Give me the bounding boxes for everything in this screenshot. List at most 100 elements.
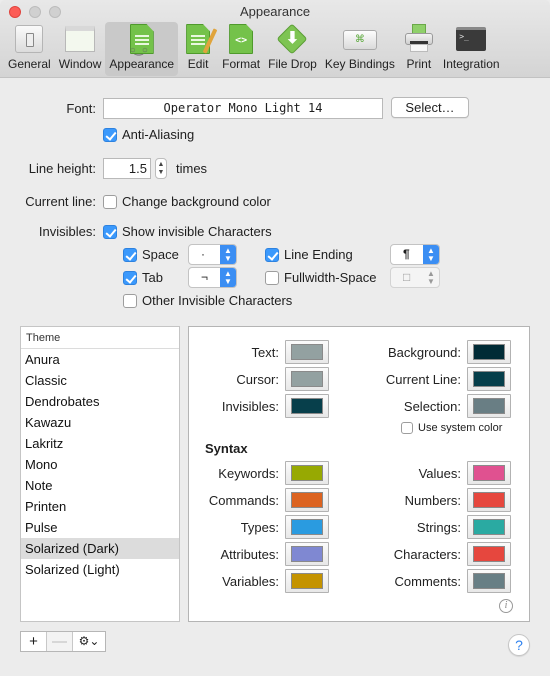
change-background-color-checkbox[interactable]: Change background color [103,194,271,209]
tab-key-bindings[interactable]: ⌘ Key Bindings [321,22,399,76]
fullwidth-space-char-popup: □ ▲ ▼ [390,267,440,288]
tab-integration[interactable]: >_ Integration [439,22,504,76]
space-check[interactable] [123,247,137,262]
color-well[interactable] [467,394,511,418]
theme-list-item[interactable]: Printen [21,496,179,517]
line-height-label: Line height: [28,161,96,176]
theme-list-item[interactable]: Mono [21,454,179,475]
select-font-button[interactable]: Select… [391,97,469,118]
color-label: Attributes: [220,546,279,562]
tab-appearance[interactable]: ○‿○ Appearance [105,22,179,76]
color-well[interactable] [467,461,511,485]
color-well[interactable] [467,542,511,566]
theme-list[interactable]: Theme Anura Classic Dendrobates Kawazu Lakri… [20,326,180,622]
tab-window[interactable]: Window [55,22,106,76]
font-field[interactable]: Operator Mono Light 14 [103,98,383,119]
popup-arrows-icon: ▲ ▼ [220,245,236,264]
tab-label: Tab [142,270,163,285]
color-well[interactable] [467,515,511,539]
fullwidth-space-char-value: □ [403,270,411,284]
theme-list-item[interactable]: Classic [21,370,179,391]
gear-icon: ⚙⌄ [78,634,100,648]
use-system-color-check[interactable] [401,422,413,434]
color-label: Selection: [403,398,461,414]
color-swatch [473,465,505,481]
add-theme-button[interactable]: + [21,632,47,651]
remove-theme-button[interactable]: — [47,632,73,651]
color-label: Text: [251,344,279,360]
line-ending-checkbox[interactable]: Line Ending [265,247,353,262]
theme-list-item[interactable]: Note [21,475,179,496]
color-label: Current Line: [385,371,461,387]
color-settings-panel: Text: Cursor: Invisibles: Background: Curre… [188,326,530,622]
theme-list-item[interactable]: Anura [21,349,179,370]
stepper-down-icon[interactable]: ▼ [156,169,166,177]
show-invisibles-check[interactable] [103,224,117,239]
tab-window-label: Window [58,57,102,71]
line-height-field[interactable]: 1.5 [103,158,151,179]
tab-file-drop-label: File Drop [268,57,317,71]
color-label: Comments: [394,573,461,589]
tab-general[interactable]: General [4,22,55,76]
document-pencil-icon [182,24,218,54]
tab-edit[interactable]: Edit [178,22,218,76]
tab-format[interactable]: <> Format [218,22,264,76]
fullwidth-space-check[interactable] [265,270,279,285]
color-well[interactable] [467,569,511,593]
theme-list-item[interactable]: Lakritz [21,433,179,454]
space-char-popup[interactable]: · ▲ ▼ [188,244,237,265]
titlebar: Appearance General Window ○‿○ Appearance [0,0,550,78]
color-row: Comments: [319,569,511,593]
tab-char-popup[interactable]: ¬ ▲ ▼ [188,267,237,288]
theme-list-header[interactable]: Theme [21,327,179,349]
tab-appearance-label: Appearance [109,57,175,71]
color-swatch [473,371,505,387]
preferences-window: Appearance General Window ○‿○ Appearance [0,0,550,676]
change-background-check[interactable] [103,194,117,209]
theme-list-item[interactable]: Solarized (Dark) [21,538,179,559]
line-ending-char-value: ¶ [403,247,410,261]
tab-check[interactable] [123,270,137,285]
stepper-up-icon[interactable]: ▲ [156,161,166,169]
anti-aliasing-check[interactable] [103,127,117,142]
preferences-toolbar: General Window ○‿○ Appearance Edit <> Fo… [4,22,504,76]
other-invisibles-checkbox[interactable]: Other Invisible Characters [123,293,292,308]
tab-print[interactable]: Print [399,22,439,76]
font-label: Font: [66,101,96,116]
color-well[interactable] [467,340,511,364]
color-swatch [473,546,505,562]
theme-list-item[interactable]: Kawazu [21,412,179,433]
color-swatch [473,573,505,589]
color-well[interactable] [467,367,511,391]
fullwidth-space-checkbox[interactable]: Fullwidth-Space [265,270,377,285]
tab-format-label: Format [222,57,261,71]
help-button[interactable]: ? [508,634,530,656]
space-checkbox[interactable]: Space [123,247,179,262]
theme-list-item[interactable]: Dendrobates [21,391,179,412]
tab-checkbox[interactable]: Tab [123,270,163,285]
anti-aliasing-checkbox[interactable]: Anti-Aliasing [103,127,194,142]
gear-menu-button[interactable]: ⚙⌄ [73,632,105,651]
color-label: Invisibles: [221,398,279,414]
color-label: Numbers: [404,492,461,508]
theme-list-item[interactable]: Solarized (Light) [21,559,179,580]
space-label: Space [142,247,179,262]
color-label: Strings: [416,519,461,535]
other-invisibles-check[interactable] [123,293,137,308]
line-ending-check[interactable] [265,247,279,262]
tab-char-value: ¬ [201,270,209,284]
color-row: Current Line: [319,367,511,391]
line-ending-char-popup[interactable]: ¶ ▲ ▼ [390,244,440,265]
show-invisibles-checkbox[interactable]: Show invisible Characters [103,224,272,239]
popup-arrows-icon: ▲ ▼ [220,268,236,287]
download-arrow-icon: ⬇ [276,23,309,55]
use-system-color-checkbox[interactable]: Use system color [401,422,502,434]
line-height-stepper[interactable]: ▲ ▼ [155,158,167,179]
color-label: Characters: [393,546,461,562]
color-well[interactable] [467,488,511,512]
tab-file-drop[interactable]: ⬇ File Drop [264,22,321,76]
color-row: Selection: [319,394,511,418]
color-row: Keywords: [189,461,329,485]
info-icon[interactable]: i [499,599,513,613]
theme-list-item[interactable]: Pulse [21,517,179,538]
